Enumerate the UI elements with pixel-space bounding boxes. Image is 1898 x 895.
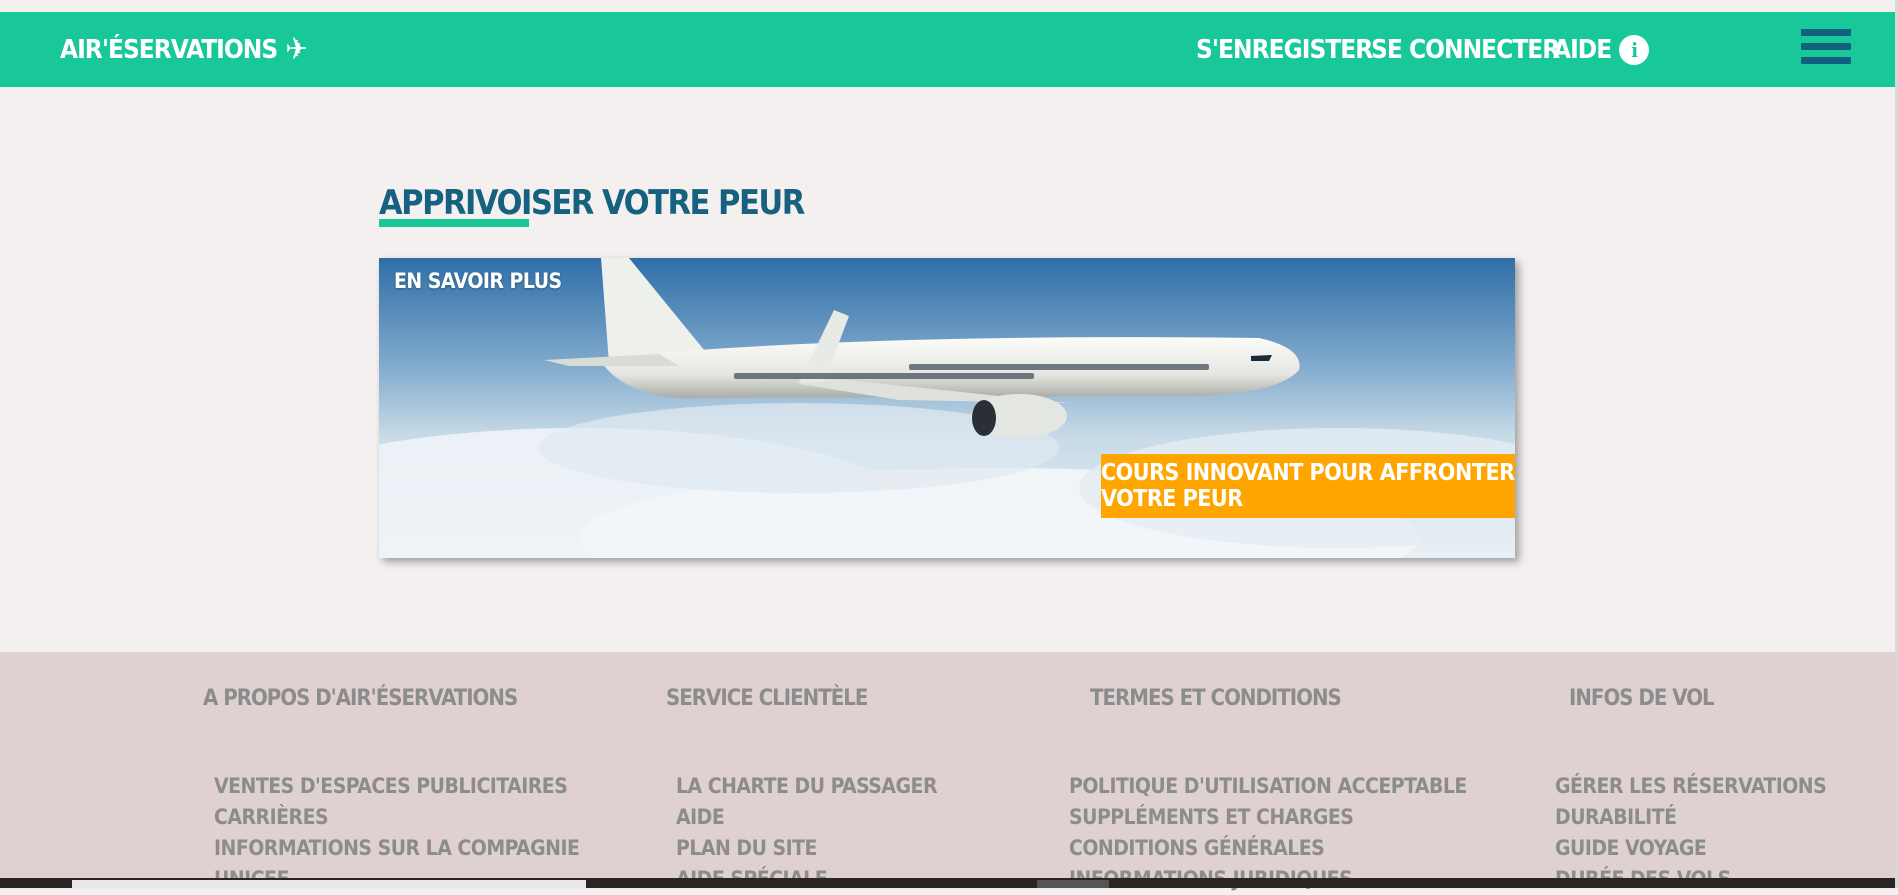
footer-link-passenger-charter[interactable]: LA CHARTE DU PASSAGER xyxy=(676,774,938,798)
footer-column-about: A PROPOS D'AIR'ÉSERVATIONS VENTES D'ESPA… xyxy=(203,686,580,891)
airplane-icon: ✈ xyxy=(285,32,308,67)
footer-column-terms: TERMES ET CONDITIONS POLITIQUE D'UTILISA… xyxy=(1069,686,1467,891)
help-link-label[interactable]: AIDE xyxy=(1553,35,1612,65)
hamburger-icon[interactable] xyxy=(1801,29,1851,73)
course-cta-button[interactable]: COURS INNOVANT POUR AFFRONTER VOTRE PEUR xyxy=(1101,454,1515,518)
footer-link: INFORMATIONS SUR LA COMPAGNIE xyxy=(214,833,580,864)
footer-link-list: LA CHARTE DU PASSAGER AIDE PLAN DU SITE … xyxy=(676,771,938,895)
taskbar-window[interactable] xyxy=(1037,880,1109,888)
footer-link-list: GÉRER LES RÉSERVATIONS DURABILITÉ GUIDE … xyxy=(1555,771,1827,895)
footer-column-customer-service: SERVICE CLIENTÈLE LA CHARTE DU PASSAGER … xyxy=(666,686,938,891)
footer-link-help[interactable]: AIDE xyxy=(676,805,725,829)
os-taskbar xyxy=(0,878,1898,888)
brand-name: AIR'ÉSERVATIONS xyxy=(60,35,278,65)
help-link[interactable]: AIDE i xyxy=(1553,35,1650,65)
footer-link-company-info[interactable]: INFORMATIONS SUR LA COMPAGNIE xyxy=(214,836,580,860)
login-link-label[interactable]: SE CONNECTER xyxy=(1371,35,1560,65)
info-icon[interactable]: i xyxy=(1619,35,1650,65)
footer-link: SUPPLÉMENTS ET CHARGES xyxy=(1069,802,1467,833)
top-navigation-bar: AIR'ÉSERVATIONS ✈ S'ENREGISTER SE CONNEC… xyxy=(0,12,1895,87)
footer-heading: TERMES ET CONDITIONS xyxy=(1090,686,1342,711)
hero-banner[interactable]: EN SAVOIR PLUS COURS INNOVANT POUR AFFRO… xyxy=(379,258,1515,558)
footer-heading: INFOS DE VOL xyxy=(1569,686,1715,711)
register-link-label[interactable]: S'ENREGISTER xyxy=(1196,35,1373,65)
footer: A PROPOS D'AIR'ÉSERVATIONS VENTES D'ESPA… xyxy=(0,652,1895,891)
footer-link: CARRIÈRES xyxy=(214,802,579,833)
footer-link: POLITIQUE D'UTILISATION ACCEPTABLE xyxy=(1069,771,1467,802)
footer-link-sitemap[interactable]: PLAN DU SITE xyxy=(676,836,817,860)
footer-column-flight-info: INFOS DE VOL GÉRER LES RÉSERVATIONS DURA… xyxy=(1555,686,1827,891)
footer-link-terms[interactable]: CONDITIONS GÉNÉRALES xyxy=(1069,836,1325,860)
footer-link-acceptable-use[interactable]: POLITIQUE D'UTILISATION ACCEPTABLE xyxy=(1069,774,1467,798)
taskbar-window[interactable] xyxy=(72,880,586,888)
footer-link: LA CHARTE DU PASSAGER xyxy=(676,771,938,802)
footer-link-list: VENTES D'ESPACES PUBLICITAIRES CARRIÈRES… xyxy=(214,771,580,895)
learn-more-link[interactable]: EN SAVOIR PLUS xyxy=(394,269,562,293)
footer-link: AIDE xyxy=(676,802,937,833)
brand-logo[interactable]: AIR'ÉSERVATIONS ✈ xyxy=(60,32,308,67)
footer-link-manage-bookings[interactable]: GÉRER LES RÉSERVATIONS xyxy=(1555,774,1827,798)
footer-link-sustainability[interactable]: DURABILITÉ xyxy=(1555,805,1677,829)
footer-link: PLAN DU SITE xyxy=(676,833,937,864)
footer-link-careers[interactable]: CARRIÈRES xyxy=(214,805,329,829)
login-link[interactable]: SE CONNECTER xyxy=(1371,35,1560,65)
footer-link-fees[interactable]: SUPPLÉMENTS ET CHARGES xyxy=(1069,805,1354,829)
title-underline xyxy=(379,219,529,227)
register-link[interactable]: S'ENREGISTER xyxy=(1196,35,1373,65)
footer-link-list: POLITIQUE D'UTILISATION ACCEPTABLE SUPPL… xyxy=(1069,771,1467,895)
footer-link-advertising[interactable]: VENTES D'ESPACES PUBLICITAIRES xyxy=(214,774,568,798)
footer-heading: A PROPOS D'AIR'ÉSERVATIONS xyxy=(203,686,518,711)
footer-link: DURABILITÉ xyxy=(1555,802,1826,833)
footer-heading: SERVICE CLIENTÈLE xyxy=(666,686,868,711)
footer-link: GÉRER LES RÉSERVATIONS xyxy=(1555,771,1827,802)
footer-link-travel-guide[interactable]: GUIDE VOYAGE xyxy=(1555,836,1707,860)
footer-link: GUIDE VOYAGE xyxy=(1555,833,1826,864)
footer-link: VENTES D'ESPACES PUBLICITAIRES xyxy=(214,771,579,802)
footer-link: CONDITIONS GÉNÉRALES xyxy=(1069,833,1467,864)
page-title: APPRIVOISER VOTRE PEUR xyxy=(379,183,805,223)
